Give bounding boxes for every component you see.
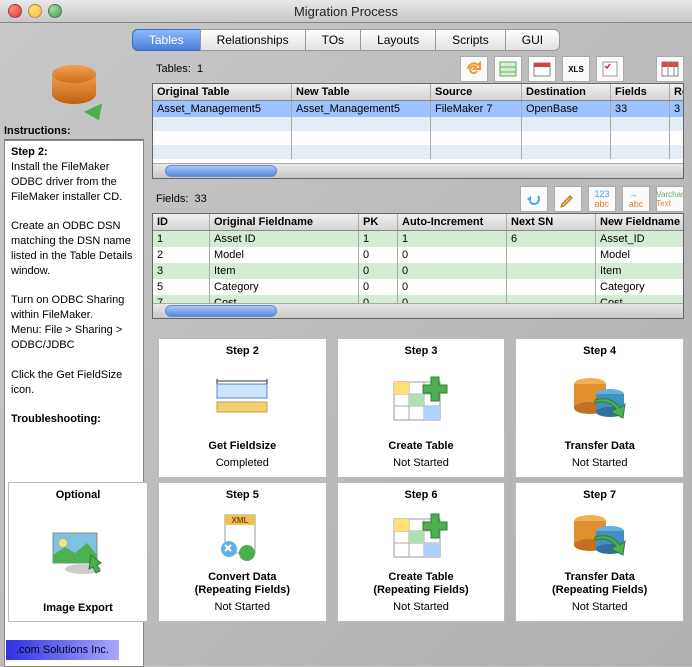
tables-grid[interactable]: Original Table New Table Source Destinat… <box>152 83 684 179</box>
step-label: Transfer Data (Repeating Fields) <box>552 571 647 597</box>
step-card-step-7[interactable]: Step 7 Transfer Data (Repeating Fields) No… <box>515 482 684 622</box>
svg-text:XML: XML <box>232 516 249 525</box>
step-status: Not Started <box>393 457 449 469</box>
step-card-step-3[interactable]: Step 3 Create Table Not Started <box>337 338 506 478</box>
step-title: Step 6 <box>404 489 437 501</box>
undo-icon[interactable] <box>520 186 548 212</box>
col-original-table[interactable]: Original Table <box>153 84 292 100</box>
table-view-icon[interactable] <box>656 56 684 82</box>
step-title: Step 4 <box>583 345 616 357</box>
window-titlebar: Migration Process <box>0 0 692 23</box>
step-status: Not Started <box>215 601 271 613</box>
step-title: Step 7 <box>583 489 616 501</box>
col-new-table[interactable]: New Table <box>292 84 431 100</box>
tab-tables[interactable]: Tables <box>132 29 200 51</box>
col-records[interactable]: Records <box>670 84 683 100</box>
table-row-empty <box>153 131 683 145</box>
table-row[interactable]: Asset_Management5 Asset_Management5 File… <box>153 101 683 117</box>
step-title: Step 5 <box>226 489 259 501</box>
tables-section-label: Tables: 1 <box>152 61 207 77</box>
step-label: Create Table (Repeating Fields) <box>373 571 468 597</box>
step-label: Create Table <box>388 440 453 453</box>
col-source[interactable]: Source <box>431 84 522 100</box>
step-label: Get Fieldsize <box>208 440 276 453</box>
step-status: Not Started <box>572 601 628 613</box>
step-status: Not Started <box>393 601 449 613</box>
tab-tos[interactable]: TOs <box>305 29 360 51</box>
col-orig-fieldname[interactable]: Original Fieldname <box>210 214 359 230</box>
fields-grid[interactable]: ID Original Fieldname PK Auto-Increment … <box>152 213 684 319</box>
step-status: Completed <box>216 457 269 469</box>
tab-relationships[interactable]: Relationships <box>200 29 305 51</box>
fields-hscroll[interactable] <box>153 303 683 318</box>
tab-scripts[interactable]: Scripts <box>435 29 505 51</box>
step-title: Optional <box>56 489 101 501</box>
step-label: Transfer Data <box>565 440 635 453</box>
varchar-type-icon[interactable]: VarcharText <box>656 186 684 212</box>
step-title: Step 3 <box>404 345 437 357</box>
col-destination[interactable]: Destination <box>522 84 611 100</box>
ruler-icon <box>161 361 324 438</box>
step-card-step-4[interactable]: Step 4 Transfer Data Not Started <box>515 338 684 478</box>
field-row[interactable]: 1Asset ID116Asset_ID <box>153 231 683 247</box>
text-type-icon[interactable]: →abc <box>622 186 650 212</box>
table-plus-icon <box>340 361 503 438</box>
grid-edit-icon[interactable] <box>494 56 522 82</box>
field-row[interactable]: 2Model00Model <box>153 247 683 263</box>
instructions-step-label: Step 2: <box>11 146 48 158</box>
footer-company: .com Solutions Inc. <box>6 640 119 660</box>
step-card-step-5[interactable]: Step 5 XML Convert Data (Repeating Fields)… <box>158 482 327 622</box>
number-type-icon[interactable]: 123abc <box>588 186 616 212</box>
col-auto-incr[interactable]: Auto-Increment <box>398 214 507 230</box>
field-row[interactable]: 7Cost00Cost <box>153 295 683 303</box>
field-row[interactable]: 5Category00Category <box>153 279 683 295</box>
tab-layouts[interactable]: Layouts <box>360 29 435 51</box>
table-plus-icon <box>340 505 503 569</box>
col-fields[interactable]: Fields <box>611 84 670 100</box>
db-arrow-icon <box>518 361 681 438</box>
instructions-header: Instructions: <box>4 123 144 140</box>
step-title: Step 2 <box>226 345 259 357</box>
step-label: Convert Data (Repeating Fields) <box>195 571 290 597</box>
main-tabbar: Tables Relationships TOs Layouts Scripts… <box>0 23 692 53</box>
calendar-icon[interactable] <box>528 56 556 82</box>
step-status: Not Started <box>572 457 628 469</box>
field-row[interactable]: 3Item00Item <box>153 263 683 279</box>
window-title: Migration Process <box>0 4 692 19</box>
xls-export-icon[interactable]: XLS <box>562 56 590 82</box>
optional-image-export-card[interactable]: Optional Image Export <box>8 482 148 622</box>
table-row-empty <box>153 145 683 159</box>
image-icon <box>11 505 145 600</box>
step-label: Image Export <box>43 602 113 615</box>
refresh-icon[interactable] <box>460 56 488 82</box>
tab-gui[interactable]: GUI <box>505 29 560 51</box>
col-id[interactable]: ID <box>153 214 210 230</box>
col-pk[interactable]: PK <box>359 214 398 230</box>
db-arrow-icon <box>518 505 681 569</box>
tables-hscroll[interactable] <box>153 163 683 178</box>
col-next-sn[interactable]: Next SN <box>507 214 596 230</box>
fields-section-label: Fields: 33 <box>152 191 211 207</box>
edit-pencil-icon[interactable] <box>554 186 582 212</box>
checklist-icon[interactable] <box>596 56 624 82</box>
col-new-fieldname[interactable]: New Fieldname <box>596 214 683 230</box>
step-card-step-2[interactable]: Step 2 Get Fieldsize Completed <box>158 338 327 478</box>
table-row-empty <box>153 117 683 131</box>
app-logo-icon <box>44 59 104 119</box>
step-card-step-6[interactable]: Step 6 Create Table (Repeating Fields) Not… <box>337 482 506 622</box>
xml-icon: XML <box>161 505 324 569</box>
